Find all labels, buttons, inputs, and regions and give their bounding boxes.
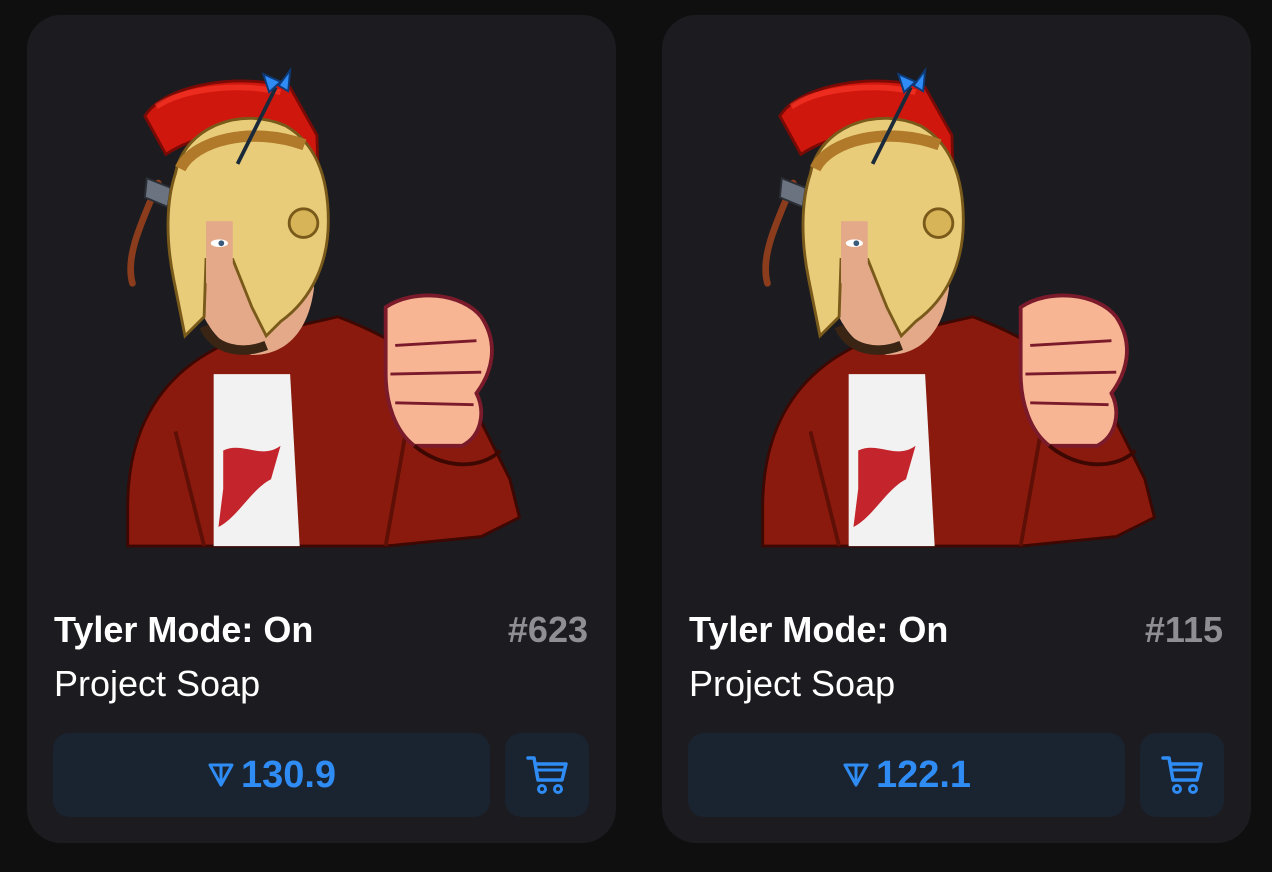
item-number: #623 [507,609,588,650]
buy-price-button[interactable]: 130.9 [53,733,490,817]
nft-image [734,59,1164,565]
price-value: 122.1 [875,753,972,796]
cart-icon [1161,756,1203,795]
price-value: 130.9 [240,753,337,796]
item-title: Tyler Mode: On [689,609,949,650]
nft-card[interactable]: Tyler Mode: On #115 Project Soap 122.1 [662,15,1251,843]
item-title: Tyler Mode: On [54,609,314,650]
ton-icon [843,763,869,787]
item-number: #115 [1144,609,1223,650]
add-to-cart-button[interactable] [1140,733,1224,817]
collection-name: Project Soap [689,663,896,704]
collection-name: Project Soap [54,663,261,704]
nft-card[interactable]: Tyler Mode: On #623 Project Soap 130.9 [27,15,616,843]
buy-price-button[interactable]: 122.1 [688,733,1125,817]
ton-icon [208,763,234,787]
add-to-cart-button[interactable] [505,733,589,817]
nft-image [99,59,529,565]
cart-icon [526,756,568,795]
